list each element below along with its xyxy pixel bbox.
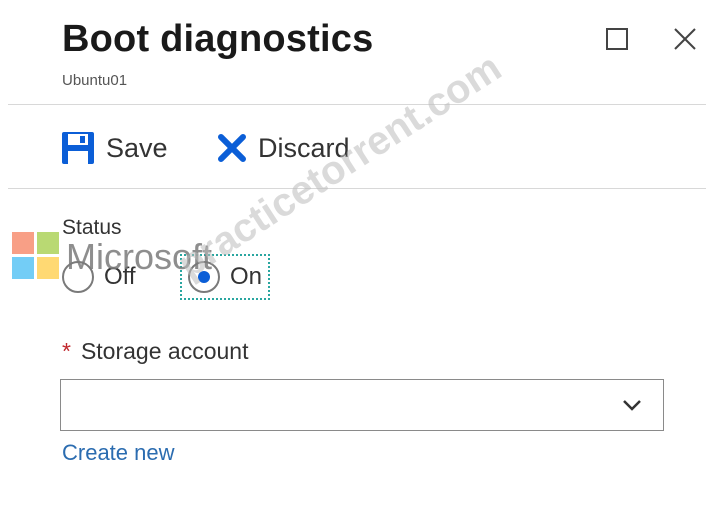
page-title: Boot diagnostics bbox=[62, 18, 374, 60]
storage-account-label: * Storage account bbox=[62, 338, 248, 365]
storage-account-select[interactable] bbox=[60, 379, 664, 431]
header-divider bbox=[8, 104, 706, 105]
close-button[interactable] bbox=[668, 22, 702, 56]
save-button-label: Save bbox=[106, 132, 168, 163]
save-button[interactable]: Save bbox=[60, 126, 168, 170]
maximize-button[interactable] bbox=[600, 22, 634, 56]
page-subtitle: Ubuntu01 bbox=[62, 72, 128, 89]
close-icon bbox=[674, 28, 696, 50]
storage-account-label-text: Storage account bbox=[80, 338, 249, 364]
logo-square-yellow bbox=[37, 257, 59, 279]
floppy-disk-icon bbox=[62, 132, 94, 164]
chevron-down-icon bbox=[623, 400, 641, 411]
blade-header: Boot diagnostics Ubuntu01 bbox=[0, 0, 706, 104]
square-icon bbox=[606, 28, 628, 50]
logo-square-blue bbox=[12, 257, 34, 279]
toolbar-divider bbox=[8, 188, 706, 189]
x-icon bbox=[218, 134, 246, 162]
microsoft-logo bbox=[12, 232, 62, 282]
required-marker: * bbox=[62, 338, 71, 364]
create-new-link[interactable]: Create new bbox=[62, 440, 175, 466]
logo-square-green bbox=[37, 232, 59, 254]
status-on-label: On bbox=[230, 263, 263, 290]
logo-square-red bbox=[12, 232, 34, 254]
